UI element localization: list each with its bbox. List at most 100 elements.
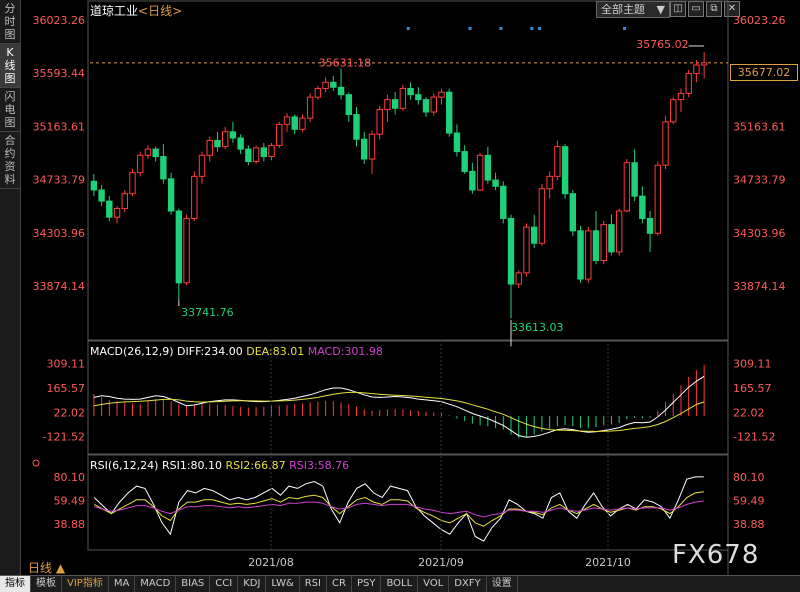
tab-6[interactable]: CCI [210,576,239,592]
candle-body [299,117,306,130]
macd-y-tick-0: 309.11 [733,358,772,371]
tab-5[interactable]: BIAS [176,576,211,592]
main-y-tick-4: 34303.96 [733,227,786,240]
tab-3[interactable]: MA [109,576,136,592]
tab-0[interactable]: 指标 [0,576,31,592]
candle-body [229,131,237,139]
candle-body [700,62,708,66]
candle-body [654,164,661,234]
candle-body [461,151,468,172]
high-annotation-right: 35765.02 [636,38,689,51]
candle-body [592,230,600,262]
candle-body [268,144,275,158]
sidebar-item-3[interactable]: 合约资料 [0,132,20,189]
candle-body [662,121,669,166]
kline-chart[interactable]: 36023.2636023.2635593.4435593.4435163.61… [21,0,800,575]
candle-body [260,147,268,158]
candle-body [183,217,190,284]
rsi-legend-rsi2: RSI2:66.87 [225,459,286,472]
sidebar-item-1[interactable]: K线图 [0,44,20,88]
x-axis-label-1: 2021/09 [418,556,464,569]
candle-body [484,154,492,181]
tab-7[interactable]: KDJ [238,576,267,592]
candle-body [530,226,538,244]
candle-body [214,139,221,148]
macd-legend-dea: DEA:83.01 [246,345,305,358]
candle-body [639,195,646,219]
event-marker [530,27,534,30]
candle-body [631,162,638,197]
candle-body [515,272,522,285]
macd-legend-name: MACD(26,12,9) [90,345,174,358]
tab-11[interactable]: PSY [352,576,382,592]
candle-body [113,208,121,218]
rsi-y-tick-0: 80.10 [733,471,765,484]
period-toggle[interactable]: 日线 ▲ [28,559,65,576]
candle-body [314,87,322,98]
candle-body [129,172,136,195]
macd-y-tick-left-0: 309.11 [47,358,86,371]
rsi-legend: RSI(6,12,24) RSI1:80.10 RSI2:66.87 RSI3:… [90,459,349,472]
low-annotation-left: 33741.76 [181,306,234,319]
candle-body [98,189,105,202]
candle-body [693,64,700,75]
rsi-y-tick-1: 59.49 [733,494,765,507]
tab-9[interactable]: RSI [300,576,328,592]
candle-body [283,116,291,125]
low-annotation-right: 33613.03 [511,321,564,334]
candle-body [608,224,615,253]
candle-body [492,179,499,187]
candle-body [245,148,252,163]
candle-body [453,132,461,153]
rsi-legend-rsi3: RSI3:58.76 [289,459,350,472]
candle-body [330,81,337,88]
candle-body [276,123,283,146]
candle-body [561,146,569,195]
x-axis-label-0: 2021/08 [248,556,294,569]
settings-icon[interactable] [32,459,40,467]
macd-y-tick-left-2: 22.02 [54,406,86,419]
tab-1[interactable]: 模板 [31,576,62,592]
rsi1-line [93,476,704,542]
tab-13[interactable]: VOL [418,576,450,592]
tab-15[interactable]: 设置 [487,576,518,592]
macd-y-tick-1: 165.57 [733,382,772,395]
main-y-tick-5: 33874.14 [733,280,786,293]
candle-body [252,147,260,163]
candle-body [160,156,167,180]
tab-14[interactable]: DXFY [449,576,487,592]
tab-2[interactable]: VIP指标 [62,576,109,592]
macd-dea-line [93,391,705,433]
sidebar-item-0[interactable]: 分时图 [0,0,20,44]
rsi-legend-name: RSI(6,12,24) [90,459,159,472]
candle-body [569,193,577,232]
macd-y-tick-left-1: 165.57 [47,382,86,395]
candle-body [121,193,128,210]
candle-body [507,217,515,285]
main-y-tick-left-5: 33874.14 [33,280,86,293]
candle-body [291,116,298,130]
candle-body [353,113,360,140]
sidebar-menu: 分时图K线图闪电图合约资料 [0,0,20,189]
event-marker [538,27,542,30]
x-axis-label-2: 2021/10 [585,556,631,569]
candle-body [554,146,561,177]
tab-10[interactable]: CR [327,576,352,592]
tab-4[interactable]: MACD [135,576,177,592]
rsi-legend-rsi1: RSI1:80.10 [161,459,223,472]
candle-body [677,92,685,101]
rsi2-line [93,491,704,527]
candle-body [399,87,407,109]
candle-body [407,87,414,96]
candle-body [546,175,553,190]
sidebar-item-2[interactable]: 闪电图 [0,88,20,132]
candle-body [144,148,152,156]
left-sidebar: 分时图K线图闪电图合约资料 [0,0,21,575]
current-price-label: 35677.02 [730,64,798,81]
candle-body [337,86,345,96]
main-y-tick-left-3: 34733.79 [33,174,86,187]
candle-body [376,109,383,135]
candle-body [685,73,692,94]
tab-8[interactable]: LW& [266,576,300,592]
tab-12[interactable]: BOLL [381,576,419,592]
